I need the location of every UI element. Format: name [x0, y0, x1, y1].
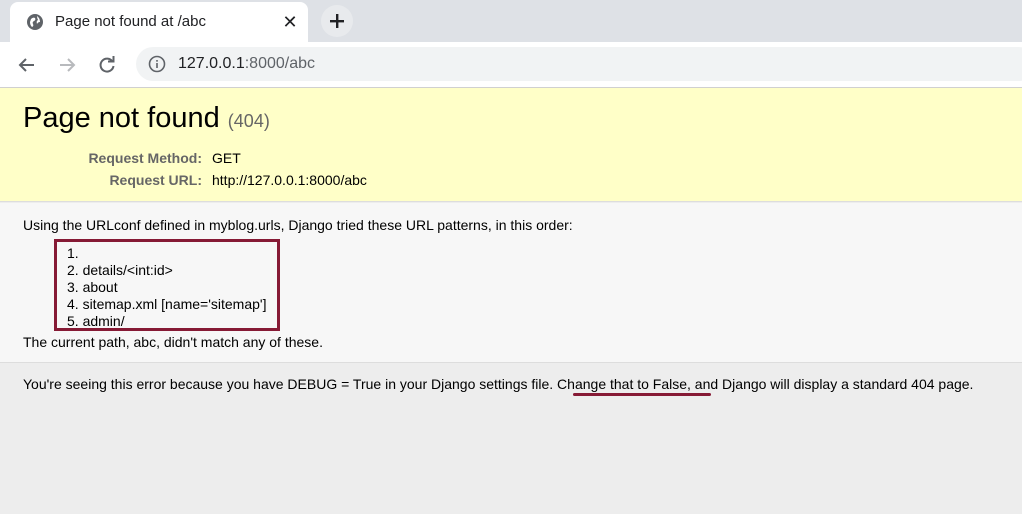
browser-toolbar: 127.0.0.1:8000/abc	[0, 42, 1022, 88]
urlconf-intro: Using the URLconf defined in myblog.urls…	[23, 217, 573, 233]
url-text: 127.0.0.1:8000/abc	[178, 55, 315, 73]
url-patterns-list: 1. 2. details/<int:id> 3. about 4. sitem…	[54, 239, 280, 331]
error-summary: Page not found (404) Request Method: GET…	[0, 88, 1022, 202]
pattern-item: 2. details/<int:id>	[67, 262, 173, 278]
new-tab-button[interactable]	[321, 5, 353, 37]
pattern-item: 3. about	[67, 279, 118, 295]
url-host: 127.0.0.1	[178, 55, 245, 72]
pattern-item: 1.	[67, 245, 79, 261]
plus-icon	[330, 14, 344, 28]
info-icon[interactable]	[148, 55, 166, 73]
close-tab-icon[interactable]: ✕	[280, 12, 300, 32]
request-method-row: Request Method: GET	[0, 150, 600, 170]
annotation-underline	[573, 393, 711, 396]
urlconf-info: Using the URLconf defined in myblog.urls…	[0, 203, 1022, 363]
address-bar[interactable]: 127.0.0.1:8000/abc	[136, 47, 1022, 81]
tab-title: Page not found at /abc	[55, 13, 206, 30]
reload-icon	[99, 56, 115, 73]
title-text: Page not found	[23, 102, 220, 134]
arrow-left-icon	[18, 58, 34, 72]
request-url-label: Request URL:	[109, 172, 202, 188]
browser-tab[interactable]: Page not found at /abc ✕	[10, 2, 308, 42]
request-method-value: GET	[212, 150, 241, 166]
tab-strip: Page not found at /abc ✕	[0, 0, 1022, 42]
request-url-value: http://127.0.0.1:8000/abc	[212, 172, 367, 188]
explanation-text: You're seeing this error because you hav…	[23, 376, 974, 392]
request-method-label: Request Method:	[88, 150, 202, 166]
pattern-item: 4. sitemap.xml [name='sitemap']	[67, 296, 267, 312]
globe-icon	[26, 13, 44, 31]
debug-explanation: You're seeing this error because you hav…	[0, 364, 1022, 514]
arrow-right-icon	[60, 58, 76, 72]
pattern-item: 5. admin/	[67, 313, 125, 329]
page-title: Page not found (404)	[23, 102, 270, 135]
back-button[interactable]	[13, 51, 41, 79]
request-url-row: Request URL: http://127.0.0.1:8000/abc	[0, 172, 600, 192]
reload-button[interactable]	[93, 51, 121, 79]
status-code: (404)	[227, 111, 270, 131]
no-match-message: The current path, abc, didn't match any …	[23, 334, 323, 350]
forward-button[interactable]	[53, 51, 81, 79]
url-path: :8000/abc	[244, 55, 316, 72]
